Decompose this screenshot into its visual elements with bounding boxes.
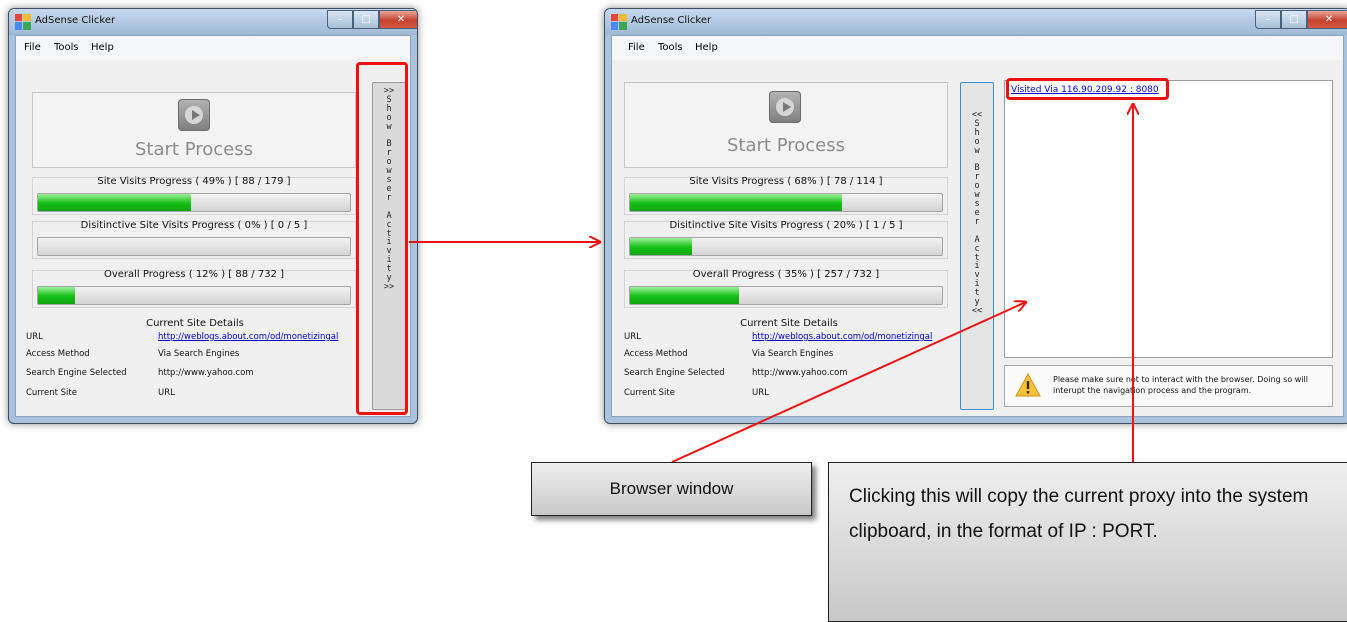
browser-window-callout-text: Browser window [609, 479, 734, 498]
browser-window-callout: Browser window [531, 462, 812, 516]
arrow-to-browser-pane [671, 302, 1026, 463]
clipboard-callout: Clicking this will copy the current prox… [828, 462, 1347, 622]
clipboard-callout-text: Clicking this will copy the current prox… [849, 486, 1309, 542]
